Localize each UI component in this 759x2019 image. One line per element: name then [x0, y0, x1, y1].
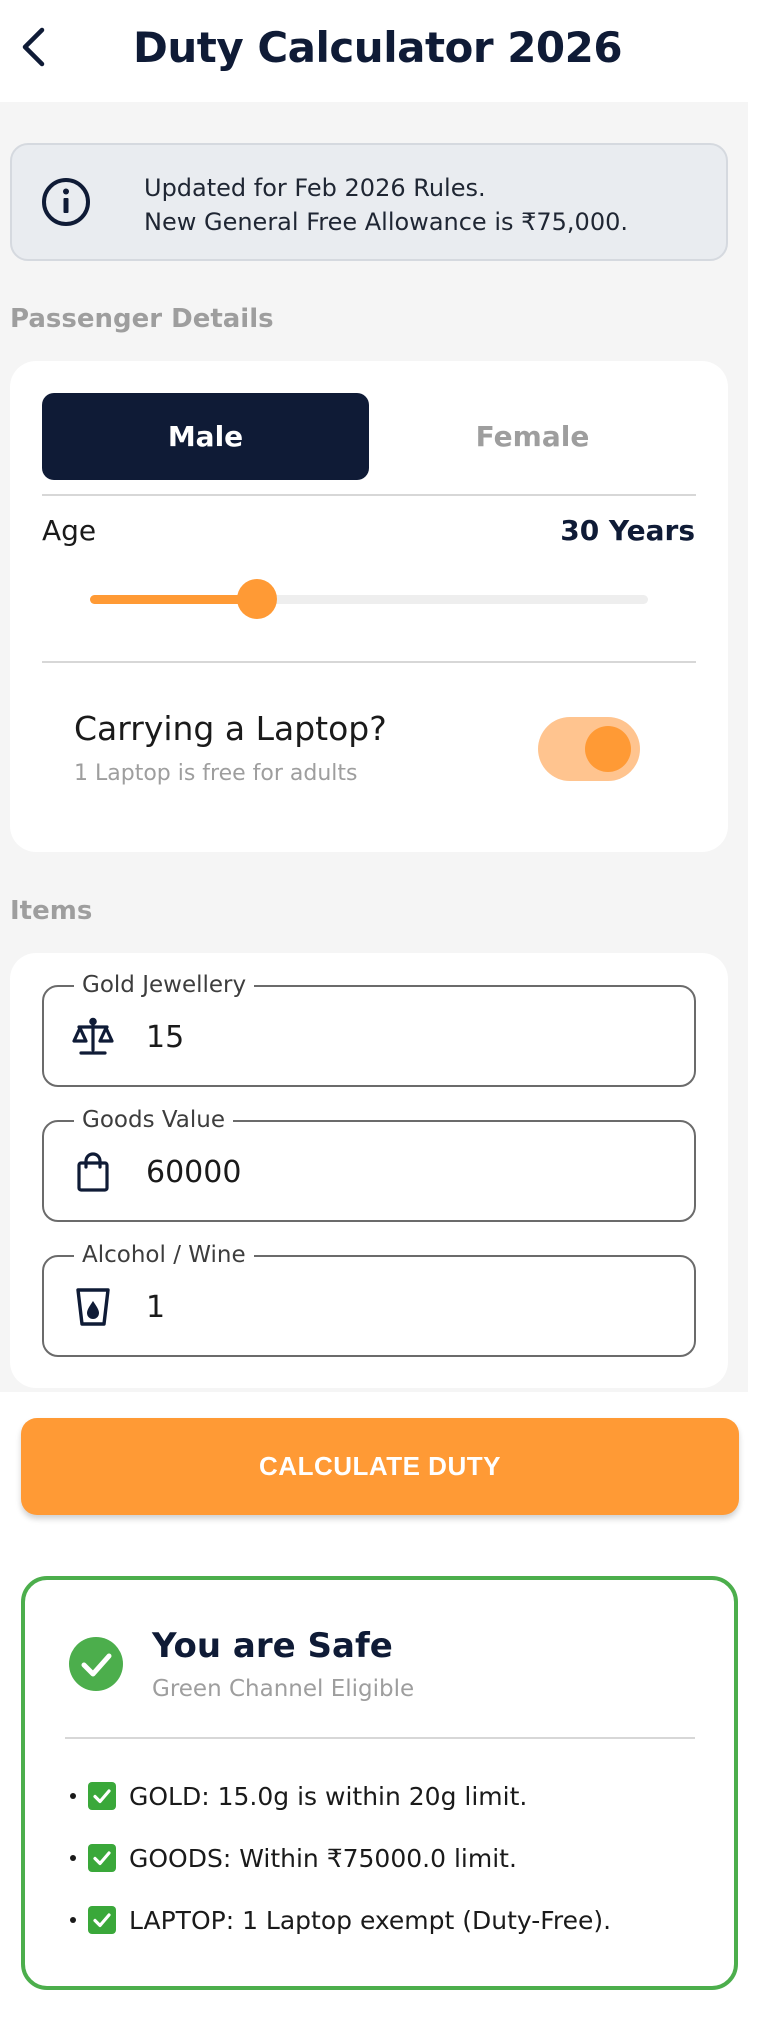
laptop-title: Carrying a Laptop?: [74, 709, 387, 748]
age-value: 30 Years: [560, 514, 695, 547]
check-mark-icon: [88, 1906, 116, 1934]
liquor-glass-icon: [72, 1286, 114, 1328]
goods-value-field[interactable]: Goods Value: [42, 1103, 696, 1222]
goods-value-label: Goods Value: [74, 1103, 234, 1137]
divider: [65, 1737, 695, 1739]
page-title: Duty Calculator 2026: [133, 23, 623, 72]
laptop-subtitle: 1 Laptop is free for adults: [74, 761, 358, 786]
check-circle-icon: [68, 1636, 124, 1692]
alcohol-wine-input[interactable]: [146, 1283, 666, 1331]
alcohol-wine-label: Alcohol / Wine: [74, 1238, 254, 1272]
bullet: [70, 1917, 76, 1923]
gold-jewellery-label: Gold Jewellery: [74, 968, 255, 1002]
section-label-passenger: Passenger Details: [10, 304, 274, 334]
result-item-text: GOLD: 15.0g is within 20g limit.: [129, 1781, 528, 1811]
divider: [42, 661, 696, 663]
gold-jewellery-input[interactable]: [146, 1013, 666, 1061]
back-button[interactable]: [8, 22, 58, 76]
bullet: [70, 1855, 76, 1861]
result-list: GOLD: 15.0g is within 20g limit. GOODS: …: [65, 1765, 715, 1951]
app-bar: Duty Calculator 2026: [0, 0, 759, 102]
alcohol-wine-field[interactable]: Alcohol / Wine: [42, 1238, 696, 1357]
check-mark-icon: [88, 1782, 116, 1810]
laptop-toggle[interactable]: [538, 717, 640, 781]
goods-value-input[interactable]: [146, 1148, 666, 1196]
gold-jewellery-field[interactable]: Gold Jewellery: [42, 968, 696, 1087]
result-item-laptop: LAPTOP: 1 Laptop exempt (Duty-Free).: [65, 1889, 715, 1951]
info-banner-text: Updated for Feb 2026 Rules. New General …: [144, 171, 714, 239]
age-slider-fill: [90, 595, 258, 604]
check-mark-icon: [88, 1844, 116, 1872]
divider: [42, 494, 696, 496]
info-icon: [40, 176, 92, 228]
scale-icon: [72, 1016, 114, 1058]
chevron-left-icon: [18, 26, 48, 72]
age-label: Age: [42, 514, 97, 547]
result-item-goods: GOODS: Within ₹75000.0 limit.: [65, 1827, 715, 1889]
section-label-items: Items: [10, 896, 93, 926]
info-line-1: Updated for Feb 2026 Rules.: [144, 174, 486, 202]
result-item-text: GOODS: Within ₹75000.0 limit.: [129, 1843, 517, 1873]
info-banner: Updated for Feb 2026 Rules. New General …: [10, 143, 728, 261]
age-slider[interactable]: [90, 579, 648, 619]
laptop-toggle-knob: [585, 726, 631, 772]
result-subtitle: Green Channel Eligible: [152, 1676, 415, 1702]
result-title: You are Safe: [152, 1626, 393, 1666]
result-item-gold: GOLD: 15.0g is within 20g limit.: [65, 1765, 715, 1827]
bullet: [70, 1793, 76, 1799]
gender-option-male[interactable]: Male: [42, 393, 369, 480]
result-card: You are Safe Green Channel Eligible GOLD…: [21, 1576, 738, 1990]
calculate-duty-button[interactable]: CALCULATE DUTY: [21, 1418, 739, 1515]
info-line-2: New General Free Allowance is ₹75,000.: [144, 208, 628, 236]
result-item-text: LAPTOP: 1 Laptop exempt (Duty-Free).: [129, 1905, 612, 1935]
gender-option-female[interactable]: Female: [370, 393, 695, 480]
shopping-bag-icon: [72, 1151, 114, 1193]
